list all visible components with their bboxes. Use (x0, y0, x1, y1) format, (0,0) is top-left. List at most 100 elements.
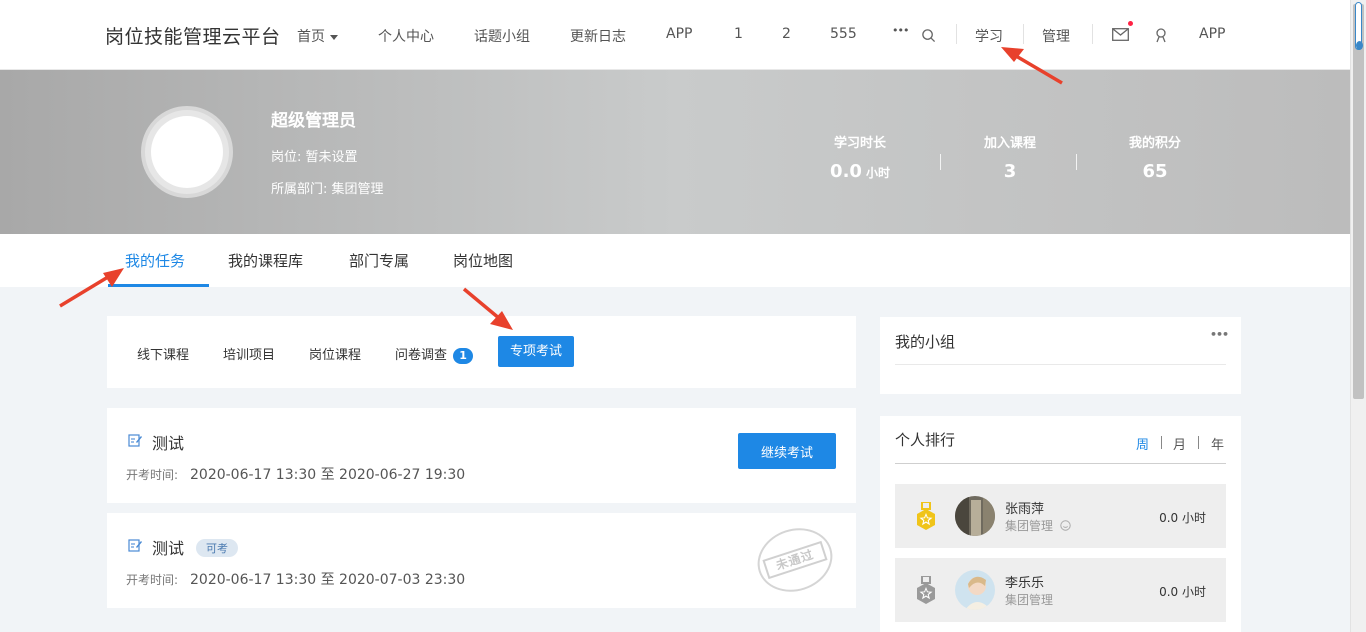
rank-hours: 0.0 小时 (1159, 511, 1206, 525)
profile-banner: 超级管理员 岗位: 暂未设置 所属部门: 集团管理 学习时长 0.0 小时 加入课… (0, 70, 1350, 234)
rank-user-dept: 集团管理 (1005, 593, 1054, 607)
avatar[interactable] (955, 570, 995, 610)
period-year[interactable]: 年 (1211, 434, 1224, 453)
tab-my-tasks[interactable]: 我的任务 (125, 250, 185, 271)
stamp-text: 未通过 (762, 540, 828, 580)
status-badge: 可考 (196, 539, 239, 557)
subtab-training-projects[interactable]: 培训项目 (223, 344, 275, 363)
user-icon[interactable] (1151, 25, 1171, 45)
nav-divider (1023, 24, 1024, 44)
search-icon[interactable] (918, 25, 938, 45)
silver-medal-icon (917, 576, 935, 604)
stat-unit: 小时 (865, 166, 890, 180)
nav-app[interactable]: APP (666, 26, 692, 42)
rank-user-dept: 集团管理 (1005, 517, 1071, 534)
nav-personal-center[interactable]: 个人中心 (378, 26, 434, 46)
tab-position-map[interactable]: 岗位地图 (453, 250, 513, 271)
subtab-surveys-label: 问卷调查 (395, 348, 448, 363)
my-group-title: 我的小组 (895, 333, 956, 351)
stat-number: 0.0 (830, 161, 862, 182)
rank-user-name: 张雨萍 (1005, 502, 1045, 517)
page-scrollbar[interactable] (1350, 0, 1366, 632)
rank-dept-label: 集团管理 (1005, 519, 1054, 533)
avatar[interactable] (955, 496, 995, 536)
my-group-panel: 我的小组 ••• (880, 317, 1241, 394)
nav-topic-groups[interactable]: 话题小组 (474, 26, 530, 46)
subtab-special-exams[interactable]: 专项考试 (498, 336, 574, 367)
user-department: 所属部门: 集团管理 (271, 182, 384, 197)
exam-card[interactable]: 测试 可考 开考时间: 2020-06-17 13:30 至 2020-07-03… (107, 513, 856, 608)
top-navbar: 岗位技能管理云平台 首页 个人中心 话题小组 更新日志 APP 1 2 555 … (0, 0, 1350, 70)
thermometer-icon (1355, 2, 1363, 50)
rank-hours: 0.0 小时 (1159, 585, 1206, 599)
exam-title-row[interactable]: 测试 可考 (152, 535, 239, 559)
stat-divider (940, 154, 941, 170)
gold-medal-icon (917, 502, 935, 530)
subtab-offline-courses[interactable]: 线下课程 (137, 344, 189, 363)
nav-divider (956, 24, 957, 44)
period-divider (1161, 436, 1162, 449)
nav-item-555[interactable]: 555 (830, 26, 857, 42)
exam-card[interactable]: 测试 开考时间: 2020-06-17 13:30 至 2020-06-27 1… (107, 408, 856, 503)
ranking-title: 个人排行 (895, 431, 956, 449)
subtab-surveys[interactable]: 问卷调查 1 (395, 344, 474, 364)
ranking-item[interactable]: 张雨萍 集团管理 0.0 小时 (895, 484, 1226, 548)
stat-study-time: 学习时长 0.0 小时 (800, 132, 920, 182)
brand-title[interactable]: 岗位技能管理云平台 (105, 22, 281, 49)
ranking-item[interactable]: 李乐乐 集团管理 0.0 小时 (895, 558, 1226, 622)
nav-item-1[interactable]: 1 (734, 26, 743, 42)
exam-time: 2020-06-17 13:30 至 2020-07-03 23:30 (190, 572, 466, 588)
notification-dot (1128, 21, 1133, 26)
tab-my-course-library[interactable]: 我的课程库 (228, 250, 303, 271)
exam-time-label: 开考时间: (126, 573, 179, 587)
exam-title: 测试 (152, 539, 185, 558)
main-tabs: 我的任务 我的课程库 部门专属 岗位地图 (0, 234, 1350, 287)
edit-icon (128, 539, 142, 552)
stat-label: 加入课程 (983, 136, 1036, 151)
subtab-position-courses[interactable]: 岗位课程 (309, 344, 361, 363)
stat-courses-joined[interactable]: 加入课程 3 (950, 132, 1070, 182)
stat-label: 我的积分 (1128, 136, 1181, 151)
ranking-panel: 个人排行 周 月 年 张雨萍 集团管理 0.0 小时 李乐乐 集团管理 0.0 … (880, 416, 1241, 632)
count-badge: 1 (453, 348, 474, 364)
nav-home-label: 首页 (297, 29, 325, 45)
stat-label: 学习时长 (833, 136, 886, 151)
divider (895, 463, 1226, 464)
chevron-down-icon (330, 34, 338, 40)
continue-exam-button[interactable]: 继续考试 (738, 433, 836, 469)
exam-time: 2020-06-17 13:30 至 2020-06-27 19:30 (190, 467, 466, 483)
more-dots-icon[interactable]: ••• (892, 24, 909, 37)
edit-icon (128, 434, 142, 447)
task-subtabs: 线下课程 培训项目 岗位课程 问卷调查 1 专项考试 (107, 316, 856, 388)
period-month[interactable]: 月 (1173, 434, 1186, 453)
tab-department[interactable]: 部门专属 (349, 250, 409, 271)
divider (895, 364, 1226, 365)
active-tab-indicator (108, 284, 209, 287)
nav-changelog[interactable]: 更新日志 (570, 26, 626, 46)
nav-app-right[interactable]: APP (1199, 26, 1225, 42)
nav-learn[interactable]: 学习 (975, 26, 1003, 46)
failed-stamp: 未通过 (749, 518, 841, 602)
rank-user-name: 李乐乐 (1005, 576, 1045, 591)
stat-points[interactable]: 我的积分 65 (1095, 132, 1215, 182)
avatar-image (151, 116, 223, 188)
period-week[interactable]: 周 (1136, 434, 1149, 453)
nav-divider (1092, 24, 1093, 44)
nav-manage[interactable]: 管理 (1042, 26, 1070, 46)
stat-divider (1076, 154, 1077, 170)
stat-value: 0.0 小时 (800, 161, 920, 182)
more-dots-icon[interactable]: ••• (1210, 328, 1229, 341)
avatar[interactable] (141, 106, 233, 198)
exam-time-label: 开考时间: (126, 468, 179, 482)
nav-home[interactable]: 首页 (297, 26, 338, 46)
stat-number: 65 (1142, 161, 1168, 182)
period-divider (1198, 436, 1199, 449)
scrollbar-thumb[interactable] (1353, 4, 1364, 399)
exam-title[interactable]: 测试 (152, 430, 184, 454)
smile-icon (1060, 520, 1071, 531)
user-name: 超级管理员 (271, 111, 356, 131)
user-position: 岗位: 暂未设置 (271, 150, 358, 165)
stat-number: 3 (1003, 161, 1017, 182)
nav-item-2[interactable]: 2 (782, 26, 791, 42)
mail-icon[interactable] (1110, 21, 1133, 44)
